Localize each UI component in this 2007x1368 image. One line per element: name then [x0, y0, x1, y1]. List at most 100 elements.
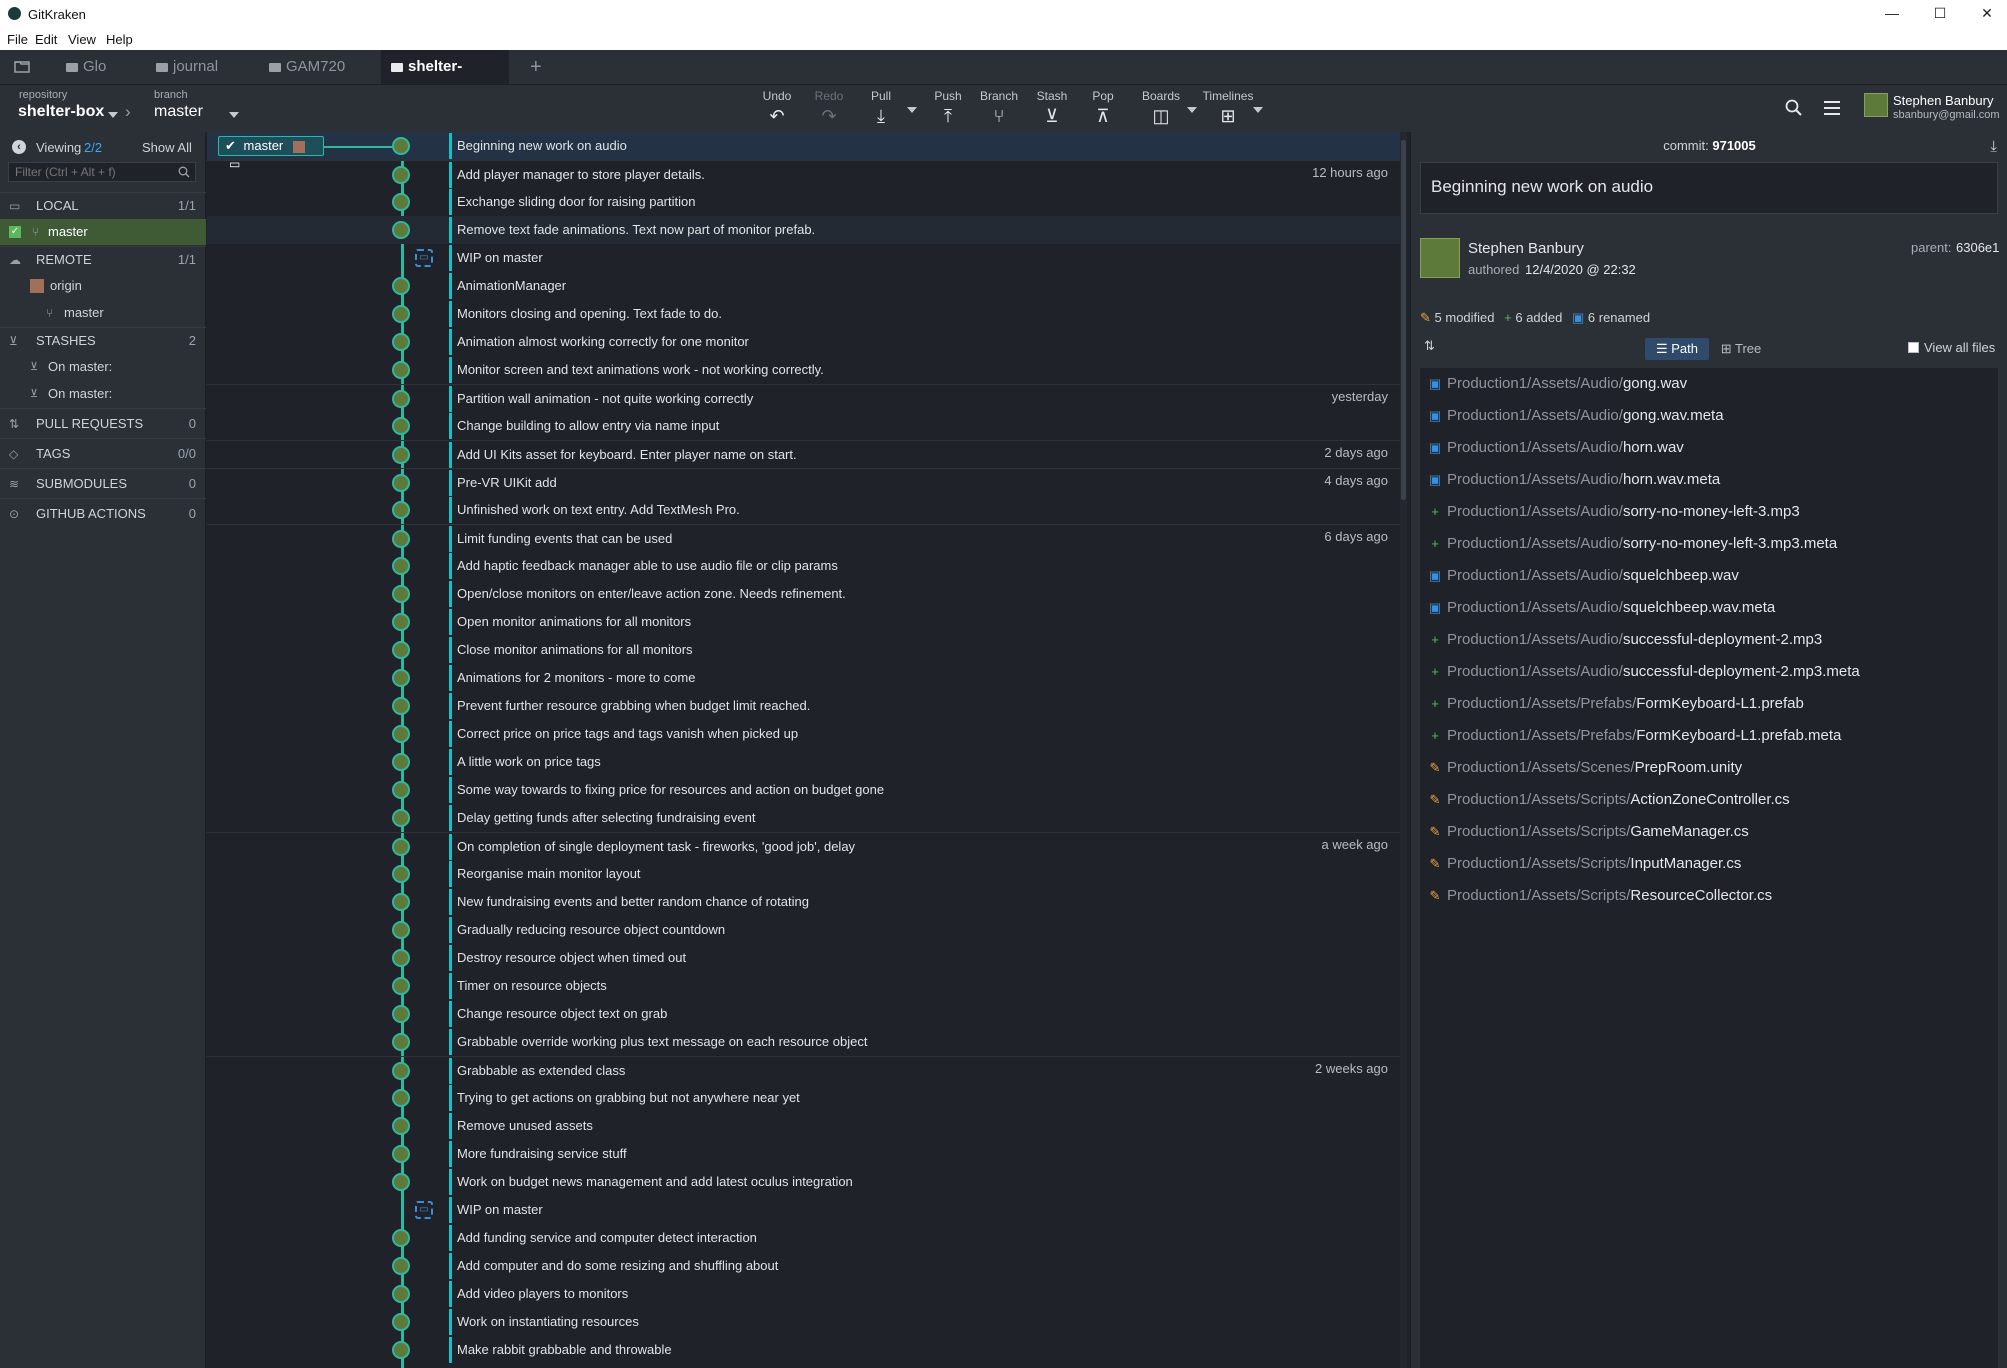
file-row[interactable]: + Production1/Assets/Prefabs/FormKeyboard… — [1428, 724, 1841, 748]
repo-folder-button[interactable] — [4, 50, 40, 84]
commit-avatar[interactable] — [392, 669, 410, 687]
commit-row[interactable]: Grabbable override working plus text mes… — [207, 1028, 1400, 1056]
menu-help[interactable]: Help — [106, 32, 133, 47]
maximize-button[interactable]: ☐ — [1925, 3, 1955, 23]
undo-button[interactable]: Undo ↶ — [752, 89, 802, 127]
file-row[interactable]: ▣ Production1/Assets/Audio/squelchbeep.wa… — [1428, 564, 1739, 588]
pop-button[interactable]: Pop ⊼ — [1078, 89, 1128, 127]
file-row[interactable]: + Production1/Assets/Prefabs/FormKeyboard… — [1428, 692, 1804, 716]
timelines-button[interactable]: Timelines ⊞ — [1199, 89, 1257, 127]
file-row[interactable]: ▣ Production1/Assets/Audio/gong.wav.meta — [1428, 404, 1724, 428]
commit-row[interactable]: Pre-VR UIKit add 4 days ago — [207, 468, 1400, 496]
section-stashes[interactable]: ⊻ STASHES 2 — [0, 327, 206, 353]
redo-button[interactable]: Redo ↷ — [804, 89, 854, 127]
user-avatar[interactable] — [1864, 93, 1888, 117]
file-row[interactable]: + Production1/Assets/Audio/sorry-no-money… — [1428, 500, 1799, 524]
commit-row[interactable]: Limit funding events that can be used 6 d… — [207, 524, 1400, 552]
commit-avatar[interactable] — [392, 1173, 410, 1191]
commit-avatar[interactable] — [392, 557, 410, 575]
commit-row[interactable]: Remove text fade animations. Text now pa… — [207, 216, 1400, 244]
commit-avatar[interactable] — [392, 390, 410, 408]
commit-avatar[interactable] — [392, 585, 410, 603]
commit-row[interactable]: New fundraising events and better random… — [207, 888, 1400, 916]
commit-avatar[interactable] — [392, 1005, 410, 1023]
stash-item[interactable]: ⊻ On master: — [0, 354, 206, 380]
new-tab-button[interactable]: + — [520, 50, 550, 84]
branch-name[interactable]: master — [154, 103, 203, 121]
section-pull-requests[interactable]: ⇅ PULL REQUESTS 0 — [0, 408, 206, 438]
file-row[interactable]: + Production1/Assets/Audio/successful-dep… — [1428, 628, 1822, 652]
commit-avatar[interactable] — [392, 361, 410, 379]
commit-row[interactable]: Delay getting funds after selecting fund… — [207, 804, 1400, 832]
commit-row[interactable]: Correct price on price tags and tags van… — [207, 720, 1400, 748]
commit-row[interactable]: Destroy resource object when timed out — [207, 944, 1400, 972]
commit-avatar[interactable] — [392, 921, 410, 939]
tree-view-button[interactable]: ⊞ Tree — [1711, 338, 1771, 360]
file-row[interactable]: ✎ Production1/Assets/Scripts/GameManager.… — [1428, 820, 1749, 844]
commit-avatar[interactable] — [392, 949, 410, 967]
tab-glo[interactable]: Glo — [56, 50, 146, 84]
branch-label-master[interactable]: ✔ master ▭ — [218, 136, 324, 171]
commit-row[interactable]: Some way towards to fixing price for res… — [207, 776, 1400, 804]
commit-row[interactable]: Grabbable as extended class 2 weeks ago — [207, 1056, 1400, 1084]
file-row[interactable]: ✎ Production1/Assets/Scripts/ActionZoneCo… — [1428, 788, 1790, 812]
commit-avatar[interactable] — [392, 697, 410, 715]
file-row[interactable]: ▣ Production1/Assets/Audio/squelchbeep.wa… — [1428, 596, 1775, 620]
commit-avatar[interactable] — [392, 781, 410, 799]
commit-avatar[interactable] — [392, 277, 410, 295]
commit-avatar[interactable] — [392, 193, 410, 211]
commit-avatar[interactable] — [392, 1229, 410, 1247]
file-row[interactable]: ✎ Production1/Assets/Scripts/ResourceColl… — [1428, 884, 1773, 908]
file-row[interactable]: ✎ Production1/Assets/Scenes/PrepRoom.unit… — [1428, 756, 1743, 780]
commit-avatar[interactable] — [392, 333, 410, 351]
remote-branch-master[interactable]: ⑂ master — [0, 300, 206, 326]
commit-row[interactable]: Animation almost working correctly for o… — [207, 328, 1400, 356]
commit-avatar[interactable] — [392, 1257, 410, 1275]
download-icon[interactable]: ⤓ — [1990, 138, 1997, 155]
commit-row[interactable]: Exchange sliding door for raising partit… — [207, 188, 1400, 216]
menu-edit[interactable]: Edit — [35, 32, 57, 47]
view-all-files-checkbox[interactable] — [1908, 342, 1919, 353]
commit-row[interactable]: On completion of single deployment task … — [207, 832, 1400, 860]
commit-row[interactable]: Work on budget news management and add l… — [207, 1168, 1400, 1196]
commit-row[interactable]: Open monitor animations for all monitors — [207, 608, 1400, 636]
commit-avatar[interactable] — [392, 809, 410, 827]
commit-avatar[interactable] — [392, 446, 410, 464]
commit-avatar[interactable] — [392, 474, 410, 492]
commit-row[interactable]: Close monitor animations for all monitor… — [207, 636, 1400, 664]
pull-button[interactable]: Pull ⤓ — [856, 89, 906, 127]
commit-row[interactable]: Add UI Kits asset for keyboard. Enter pl… — [207, 440, 1400, 468]
commit-avatar[interactable] — [392, 977, 410, 995]
search-icon[interactable] — [1785, 99, 1803, 117]
section-submodules[interactable]: ≋ SUBMODULES 0 — [0, 468, 206, 498]
minimize-button[interactable]: — — [1877, 3, 1907, 23]
section-tags[interactable]: ◇ TAGS 0/0 — [0, 438, 206, 468]
repo-dropdown-icon[interactable] — [108, 112, 118, 118]
push-button[interactable]: Push ⤒ — [923, 89, 973, 127]
section-local[interactable]: ▭ LOCAL 1/1 — [0, 192, 206, 218]
commit-avatar[interactable] — [392, 1089, 410, 1107]
commit-avatar[interactable] — [392, 166, 410, 184]
commit-avatar[interactable] — [392, 753, 410, 771]
commit-row[interactable]: Open/close monitors on enter/leave actio… — [207, 580, 1400, 608]
show-all-button[interactable]: Show All — [142, 140, 192, 155]
commit-row[interactable]: Add computer and do some resizing and sh… — [207, 1252, 1400, 1280]
commit-avatar[interactable] — [392, 305, 410, 323]
menu-file[interactable]: File — [7, 32, 28, 47]
file-row[interactable]: ✎ Production1/Assets/Scripts/InputManager… — [1428, 852, 1742, 876]
commit-row[interactable]: A little work on price tags — [207, 748, 1400, 776]
wip-node-icon[interactable]: ▭ — [415, 1201, 433, 1219]
file-row[interactable]: + Production1/Assets/Audio/sorry-no-money… — [1428, 532, 1837, 556]
commit-row[interactable]: Monitor screen and text animations work … — [207, 356, 1400, 384]
commit-avatar[interactable] — [392, 221, 410, 239]
commit-row[interactable]: Remove unused assets — [207, 1112, 1400, 1140]
collapse-panel-icon[interactable]: ‹ — [12, 140, 26, 154]
file-row[interactable]: ▣ Production1/Assets/Audio/horn.wav — [1428, 436, 1684, 460]
tab-shelter-box[interactable]: shelter-box✕ — [381, 50, 509, 109]
boards-button[interactable]: Boards ◫ — [1136, 89, 1186, 127]
commit-row[interactable]: Monitors closing and opening. Text fade … — [207, 300, 1400, 328]
section-remote[interactable]: ☁ REMOTE 1/1 — [0, 246, 206, 272]
graph-scrollbar-thumb[interactable] — [1401, 140, 1406, 500]
stash-button[interactable]: Stash ⊻ — [1027, 89, 1077, 127]
commit-row[interactable]: Add player manager to store player detai… — [207, 160, 1400, 188]
